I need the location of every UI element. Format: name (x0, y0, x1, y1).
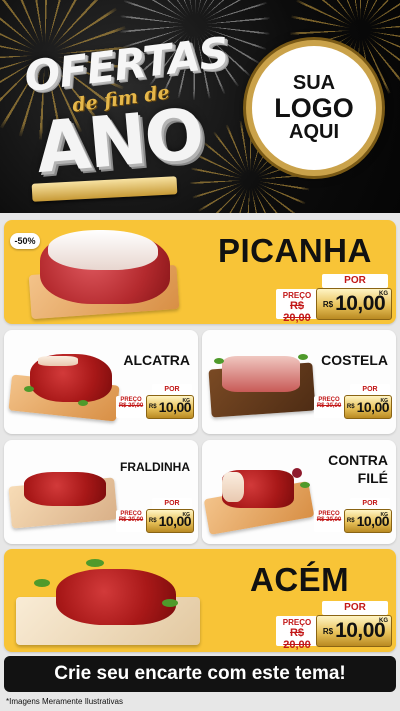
old-price: R$ 20,00 (118, 517, 144, 523)
product-card-costela[interactable]: COSTELA POR PREÇO R$ 20,00 R$ 10,00 KG (202, 330, 396, 434)
disclaimer-text: *Imagens Meramente Ilustrativas (6, 697, 123, 706)
costela-image (206, 346, 318, 428)
alcatra-image (8, 346, 120, 428)
product-name: ALCATRA (123, 352, 190, 368)
price-tag: POR PREÇO R$ 20,00 R$ 10,00 KG (116, 498, 196, 538)
por-label: POR (322, 274, 388, 288)
new-price: 10,00 (335, 292, 386, 315)
new-price-box: R$ 10,00 KG (344, 509, 392, 533)
product-name: PICANHA (218, 232, 372, 269)
product-card-acem[interactable]: ACÉM POR PREÇO R$ 20,00 R$ 10,00 KG (4, 549, 396, 652)
product-name: CONTRA FILÉ (328, 452, 388, 487)
unit-label: KG (379, 291, 388, 297)
title-ano: ANO (32, 92, 206, 190)
price-tag: POR PREÇO R$ 20,00 R$ 10,00 KG (276, 274, 392, 324)
por-label: POR (152, 498, 192, 509)
product-card-contra-file[interactable]: CONTRA FILÉ POR PREÇO R$ 20,00 R$ 10,00 … (202, 440, 396, 544)
cta-banner[interactable]: Crie seu encarte com este tema! (4, 656, 396, 692)
price-tag: POR PREÇO R$ 20,00 R$ 10,00 KG (314, 384, 394, 424)
product-card-picanha[interactable]: PICANHA POR PREÇO R$ 20,00 R$ 10,00 KG (4, 220, 396, 324)
header-banner: OFERTAS de fim de ANO SUA LOGO AQUI (0, 0, 400, 213)
por-label: POR (350, 498, 390, 509)
old-price: R$ 20,00 (118, 403, 144, 409)
new-price-box: R$ 10,00 KG (146, 395, 194, 419)
product-name-line2: FILÉ (357, 469, 388, 486)
acem-image (12, 553, 202, 649)
fraldinha-image (8, 460, 120, 538)
logo-text-sua: SUA (292, 71, 336, 94)
product-card-alcatra[interactable]: ALCATRA POR PREÇO R$ 20,00 R$ 10,00 KG (4, 330, 198, 434)
product-name: FRALDINHA (120, 460, 190, 474)
new-price-box: R$ 10,00 KG (146, 509, 194, 533)
old-price: R$ 20,00 (316, 517, 342, 523)
old-price-box: PREÇO R$ 20,00 (276, 289, 318, 324)
price-tag: POR PREÇO R$ 20,00 R$ 10,00 KG (314, 498, 394, 538)
unit-label: KG (379, 618, 388, 624)
logo-text-aqui: AQUI (289, 121, 339, 144)
por-label: POR (152, 384, 192, 395)
por-label: POR (322, 601, 388, 615)
price-tag: POR PREÇO R$ 20,00 R$ 10,00 KG (116, 384, 196, 424)
currency: R$ (322, 626, 334, 636)
currency: R$ (148, 518, 157, 524)
unit-label: KG (380, 398, 389, 404)
por-label: POR (350, 384, 390, 395)
currency: R$ (322, 299, 334, 309)
old-price-box: PREÇO R$ 20,00 (116, 510, 146, 532)
unit-label: KG (182, 398, 191, 404)
title-logo: OFERTAS de fim de ANO (14, 22, 231, 202)
logo-text-logo: LOGO (274, 92, 354, 123)
old-price-box: PREÇO R$ 20,00 (276, 616, 318, 651)
new-price: 10,00 (335, 619, 386, 642)
new-price-box: R$ 10,00 KG (344, 395, 392, 419)
preco-label: PREÇO (282, 618, 312, 627)
currency: R$ (346, 404, 355, 410)
product-card-fraldinha[interactable]: FRALDINHA POR PREÇO R$ 20,00 R$ 10,00 KG (4, 440, 198, 544)
old-price-box: PREÇO R$ 20,00 (314, 510, 344, 532)
old-price: R$ 20,00 (283, 627, 311, 651)
product-name: COSTELA (321, 352, 388, 368)
preco-label: PREÇO (282, 291, 312, 300)
currency: R$ (346, 518, 355, 524)
new-price-box: R$ 10,00 KG (316, 615, 392, 647)
old-price-box: PREÇO R$ 20,00 (116, 396, 146, 418)
price-tag: POR PREÇO R$ 20,00 R$ 10,00 KG (276, 601, 392, 651)
unit-label: KG (182, 512, 191, 518)
contra-file-image (203, 460, 318, 540)
product-name: ACÉM (250, 561, 350, 598)
currency: R$ (148, 404, 157, 410)
old-price: R$ 20,00 (283, 300, 311, 324)
unit-label: KG (380, 512, 389, 518)
discount-badge: -50% (10, 233, 40, 249)
old-price-box: PREÇO R$ 20,00 (314, 396, 344, 418)
picanha-image (26, 228, 186, 320)
new-price-box: R$ 10,00 KG (316, 288, 392, 320)
logo-placeholder[interactable]: SUA LOGO AQUI (246, 40, 382, 176)
old-price: R$ 20,00 (316, 403, 342, 409)
product-name-line1: CONTRA (328, 452, 388, 468)
